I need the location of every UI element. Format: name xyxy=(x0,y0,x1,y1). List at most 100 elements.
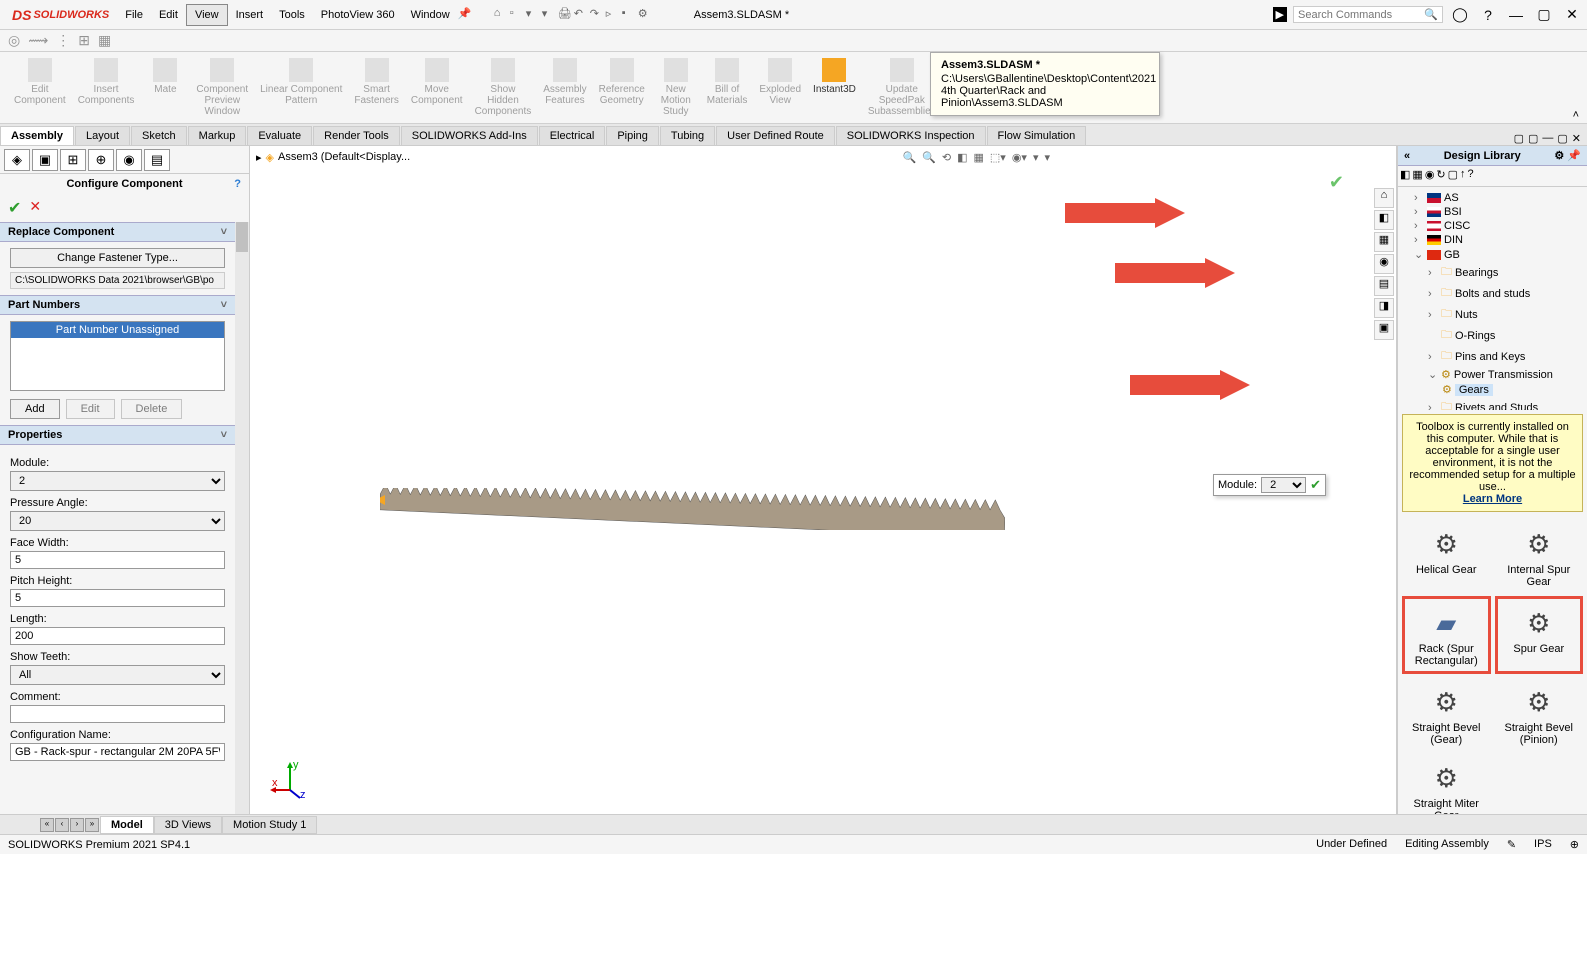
prev-view-icon[interactable]: ⟲ xyxy=(942,151,951,164)
thumb-spur[interactable]: ⚙Spur Gear xyxy=(1495,596,1584,674)
mate-button[interactable]: Mate xyxy=(140,56,190,97)
tab-tubing[interactable]: Tubing xyxy=(660,126,715,145)
tab-layout[interactable]: Layout xyxy=(75,126,130,145)
thumb-bevel-gear[interactable]: ⚙Straight Bevel (Gear) xyxy=(1402,678,1491,750)
maximize-button[interactable]: ▢ xyxy=(1533,4,1555,26)
dimxpert-icon[interactable]: ⊕ xyxy=(88,149,114,171)
linear-pattern-button[interactable]: Linear ComponentPattern xyxy=(254,56,348,108)
component-preview-button[interactable]: ComponentPreviewWindow xyxy=(190,56,254,119)
tree-as[interactable]: ›AS xyxy=(1400,191,1585,205)
replace-section[interactable]: Replace Component xyxy=(0,222,235,242)
lib-search-icon[interactable]: ? xyxy=(1468,168,1474,184)
menu-edit[interactable]: Edit xyxy=(151,5,186,25)
new-icon[interactable]: ▫ xyxy=(510,7,526,23)
hide-show-icon[interactable]: ◉▾ xyxy=(1012,151,1027,164)
snapshot-icon[interactable]: ▣ xyxy=(1374,320,1394,340)
show-hidden-button[interactable]: ShowHiddenComponents xyxy=(469,56,538,119)
edit-button[interactable]: Edit xyxy=(66,399,115,419)
configname-input[interactable] xyxy=(10,743,225,761)
showteeth-select[interactable]: All xyxy=(10,665,225,685)
tree-gears[interactable]: ⚙Gears xyxy=(1400,382,1585,397)
collapse-left-icon[interactable]: « xyxy=(1404,150,1410,162)
tab-render[interactable]: Render Tools xyxy=(313,126,400,145)
bom-button[interactable]: Bill ofMaterials xyxy=(701,56,754,108)
change-fastener-button[interactable]: Change Fastener Type... xyxy=(10,248,225,268)
panel-help-icon[interactable]: ? xyxy=(234,178,241,190)
tree-power[interactable]: ⌄⚙Power Transmission xyxy=(1400,367,1585,382)
assembly-features-button[interactable]: AssemblyFeatures xyxy=(537,56,592,108)
search-icon[interactable]: 🔍 xyxy=(1424,8,1438,21)
thumb-bevel-pinion[interactable]: ⚙Straight Bevel (Pinion) xyxy=(1495,678,1584,750)
status-units[interactable]: IPS xyxy=(1534,838,1552,851)
viewport-minimize-icon[interactable]: — xyxy=(1542,132,1553,145)
move-component-button[interactable]: MoveComponent xyxy=(405,56,469,108)
thumb-internal-spur[interactable]: ⚙Internal Spur Gear xyxy=(1495,520,1584,592)
view-orientation-icon[interactable]: ⬚▾ xyxy=(990,151,1006,164)
tab-motion[interactable]: Motion Study 1 xyxy=(222,816,317,834)
open-icon[interactable]: ▾ xyxy=(526,7,542,23)
tab-nav-first[interactable]: « xyxy=(40,818,54,832)
tree-node-label[interactable]: Assem3 (Default<Display... xyxy=(278,151,410,163)
tree-orings[interactable]: 🗀O-Rings xyxy=(1400,325,1585,346)
tab-user-route[interactable]: User Defined Route xyxy=(716,126,835,145)
qat-icon[interactable]: ⟿ xyxy=(28,32,48,49)
pitch-input[interactable] xyxy=(10,589,225,607)
help-icon[interactable]: ? xyxy=(1477,4,1499,26)
properties-section[interactable]: Properties xyxy=(0,425,235,445)
home-icon[interactable]: ⌂ xyxy=(494,7,510,23)
qat-icon[interactable]: ◎ xyxy=(8,32,20,49)
lib-icon[interactable]: ↻ xyxy=(1436,168,1445,184)
tree-cisc[interactable]: ›CISC xyxy=(1400,219,1585,233)
tab-sketch[interactable]: Sketch xyxy=(131,126,187,145)
thumb-rack[interactable]: ▰Rack (Spur Rectangular) xyxy=(1402,596,1491,674)
learn-more-link[interactable]: Learn More xyxy=(1463,493,1522,505)
lib-icon[interactable]: ▢ xyxy=(1448,168,1458,184)
view-cube-icon[interactable]: ▦ xyxy=(1374,232,1394,252)
tab-model[interactable]: Model xyxy=(100,816,154,834)
pin-icon[interactable]: 📌 xyxy=(458,7,474,23)
tree-gb[interactable]: ⌄GB xyxy=(1400,247,1585,262)
menu-photoview[interactable]: PhotoView 360 xyxy=(313,5,403,25)
section-icon[interactable]: ◨ xyxy=(1374,298,1394,318)
tab-electrical[interactable]: Electrical xyxy=(539,126,606,145)
select-icon[interactable]: ▹ xyxy=(606,7,622,23)
module-select[interactable]: 2 xyxy=(10,471,225,491)
qat-icon[interactable]: ▦ xyxy=(98,32,111,49)
home-view-icon[interactable]: ⌂ xyxy=(1374,188,1394,208)
options-icon[interactable]: ⚙ xyxy=(638,7,654,23)
gear-icon[interactable]: ⚙ xyxy=(1554,150,1564,162)
comment-input[interactable] xyxy=(10,705,225,723)
view-triad[interactable]: y x z xyxy=(270,760,310,800)
add-button[interactable]: Add xyxy=(10,399,60,419)
tab-piping[interactable]: Piping xyxy=(606,126,659,145)
tree-bsi[interactable]: ›BSI xyxy=(1400,205,1585,219)
appearance-icon[interactable]: ◉ xyxy=(1374,254,1394,274)
tree-bearings[interactable]: ›🗀Bearings xyxy=(1400,262,1585,283)
tab-markup[interactable]: Markup xyxy=(188,126,247,145)
qat-icon[interactable]: ⊞ xyxy=(78,32,90,49)
search-input[interactable] xyxy=(1298,9,1424,21)
facewidth-input[interactable] xyxy=(10,551,225,569)
display-icon[interactable]: ▤ xyxy=(1374,276,1394,296)
pressure-select[interactable]: 20 xyxy=(10,511,225,531)
tab-assembly[interactable]: Assembly xyxy=(0,126,74,145)
reject-button[interactable]: ✕ xyxy=(29,198,41,218)
tree-rivets[interactable]: ›🗀Rivets and Studs xyxy=(1400,397,1585,410)
feature-tree-icon[interactable]: ◈ xyxy=(4,149,30,171)
tab-evaluate[interactable]: Evaluate xyxy=(247,126,312,145)
tab-nav-prev[interactable]: ‹ xyxy=(55,818,69,832)
lib-up-icon[interactable]: ↑ xyxy=(1460,168,1466,184)
pin-icon[interactable]: 📌 xyxy=(1567,150,1581,162)
instant3d-button[interactable]: Instant3D xyxy=(807,56,862,97)
thumb-helical[interactable]: ⚙Helical Gear xyxy=(1402,520,1491,592)
status-pencil-icon[interactable]: ✎ xyxy=(1507,838,1516,851)
display-style-icon[interactable]: ▦ xyxy=(973,151,983,164)
viewport-maximize-icon[interactable]: ▢ xyxy=(1557,132,1567,145)
viewport-icon[interactable]: ▢ xyxy=(1514,132,1524,145)
qat-icon[interactable]: ⋮ xyxy=(56,32,70,49)
reference-geometry-button[interactable]: ReferenceGeometry xyxy=(593,56,651,108)
menu-file[interactable]: File xyxy=(117,5,151,25)
config-manager-icon[interactable]: ⊞ xyxy=(60,149,86,171)
delete-button[interactable]: Delete xyxy=(121,399,183,419)
module-accept-icon[interactable]: ✔ xyxy=(1310,477,1321,493)
